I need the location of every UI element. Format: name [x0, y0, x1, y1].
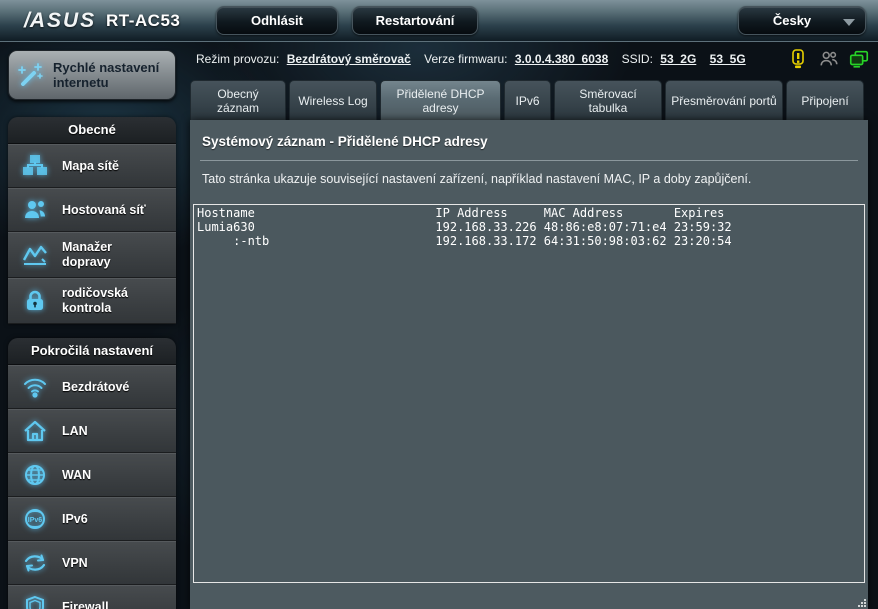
- top-bar: ASUS RT-AC53 Odhlásit Restartování Česky: [0, 0, 878, 42]
- sidebar-item-wan[interactable]: WAN: [8, 453, 176, 497]
- nav-group-title: Obecné: [8, 117, 176, 144]
- network-map-icon: [20, 152, 50, 180]
- sidebar-item-guest-network[interactable]: Hostovaná síť: [8, 188, 176, 232]
- sidebar-item-firewall[interactable]: Firewall: [8, 585, 176, 609]
- firmware-version-link[interactable]: 3.0.0.4.380_6038: [515, 52, 608, 66]
- nav-group-advanced: Pokročilá nastavení Bezdrátové LAN WAN I…: [8, 338, 176, 609]
- sidebar-item-label: Hostovaná síť: [62, 202, 146, 217]
- operation-mode-label: Režim provozu:: [196, 52, 280, 66]
- tab-port-forwarding[interactable]: Přesměrování portů: [665, 80, 783, 120]
- sidebar-item-traffic-manager[interactable]: Manažer dopravy: [8, 232, 176, 278]
- wifi-icon: [20, 373, 50, 401]
- nav-group-general: Obecné Mapa sítě Hostovaná síť Manažer d…: [8, 117, 176, 324]
- operation-mode-link[interactable]: Bezdrátový směrovač: [287, 52, 411, 66]
- resize-handle[interactable]: [857, 598, 867, 608]
- page-title: Systémový záznam - Přidělené DHCP adresy: [202, 134, 488, 149]
- sidebar-item-vpn[interactable]: VPN: [8, 541, 176, 585]
- sidebar-item-network-map[interactable]: Mapa sítě: [8, 144, 176, 188]
- tab-general-log[interactable]: Obecný záznam: [190, 80, 286, 120]
- guest-network-icon: [20, 196, 50, 224]
- tab-connections[interactable]: Připojení: [786, 80, 864, 120]
- ipv6-globe-icon: IPv6: [20, 505, 50, 533]
- alert-icon[interactable]: [788, 48, 808, 70]
- log-tabs: Obecný záznam Wireless Log Přidělené DHC…: [190, 80, 868, 120]
- sidebar-item-label: VPN: [62, 555, 88, 570]
- tab-ipv6[interactable]: IPv6: [504, 80, 551, 120]
- svg-text:IPv6: IPv6: [28, 517, 43, 524]
- sidebar-item-wireless[interactable]: Bezdrátové: [8, 365, 176, 409]
- globe-icon: [20, 461, 50, 489]
- sidebar-item-label: IPv6: [62, 511, 88, 526]
- asus-logo: ASUS: [24, 9, 96, 33]
- ssid-label: SSID:: [621, 52, 653, 66]
- tab-routing-table[interactable]: Směrovací tabulka: [554, 80, 662, 120]
- router-model: RT-AC53: [106, 11, 181, 30]
- devices-icon[interactable]: [848, 48, 869, 70]
- sidebar-item-label: LAN: [62, 423, 88, 438]
- status-bar: Režim provozu: Bezdrátový směrovač Verze…: [196, 52, 778, 66]
- sidebar-item-label: rodičovská kontrola: [62, 286, 129, 315]
- sidebar-item-ipv6[interactable]: IPv6 IPv6: [8, 497, 176, 541]
- quick-setup-label: Rychlé nastavení internetu: [53, 60, 160, 90]
- clients-icon[interactable]: [818, 48, 838, 70]
- main-content: Obecný záznam Wireless Log Přidělené DHC…: [190, 80, 868, 609]
- shield-icon: [20, 593, 50, 609]
- nav-group-title: Pokročilá nastavení: [8, 338, 176, 365]
- sidebar-item-parental-control[interactable]: rodičovská kontrola: [8, 278, 176, 324]
- sidebar: Rychlé nastavení internetu Obecné Mapa s…: [8, 50, 176, 609]
- magic-wand-icon: [15, 61, 45, 89]
- reboot-button[interactable]: Restartování: [352, 6, 478, 35]
- sidebar-item-label: Firewall: [62, 599, 109, 609]
- sidebar-item-lan[interactable]: LAN: [8, 409, 176, 453]
- firmware-label: Verze firmwaru:: [424, 52, 508, 66]
- tab-dhcp-leases[interactable]: Přidělené DHCP adresy: [380, 80, 501, 120]
- sidebar-item-label: Manažer dopravy: [62, 240, 113, 269]
- house-icon: [20, 417, 50, 445]
- language-value: Česky: [772, 13, 812, 28]
- sidebar-item-label: Bezdrátové: [62, 379, 130, 394]
- vpn-arrows-icon: [20, 549, 50, 577]
- quick-setup-button[interactable]: Rychlé nastavení internetu: [8, 50, 176, 100]
- language-dropdown[interactable]: Česky: [738, 6, 866, 35]
- sidebar-item-label: Mapa sítě: [62, 158, 119, 173]
- page-description: Tato stránka ukazuje související nastave…: [202, 172, 752, 186]
- title-divider: [200, 160, 858, 161]
- ssid-2g-link[interactable]: 53_2G: [660, 52, 696, 66]
- traffic-chart-icon: [20, 241, 50, 269]
- sidebar-item-label: WAN: [62, 467, 92, 482]
- chevron-down-icon: [843, 19, 855, 26]
- logout-button[interactable]: Odhlásit: [216, 6, 338, 35]
- lock-icon: [20, 287, 50, 315]
- ssid-5g-link[interactable]: 53_5G: [710, 52, 746, 66]
- log-panel: Systémový záznam - Přidělené DHCP adresy…: [190, 120, 868, 609]
- tab-wireless-log[interactable]: Wireless Log: [289, 80, 377, 120]
- status-icons: [788, 48, 869, 70]
- dhcp-lease-log[interactable]: Hostname IP Address MAC Address Expires …: [193, 204, 865, 583]
